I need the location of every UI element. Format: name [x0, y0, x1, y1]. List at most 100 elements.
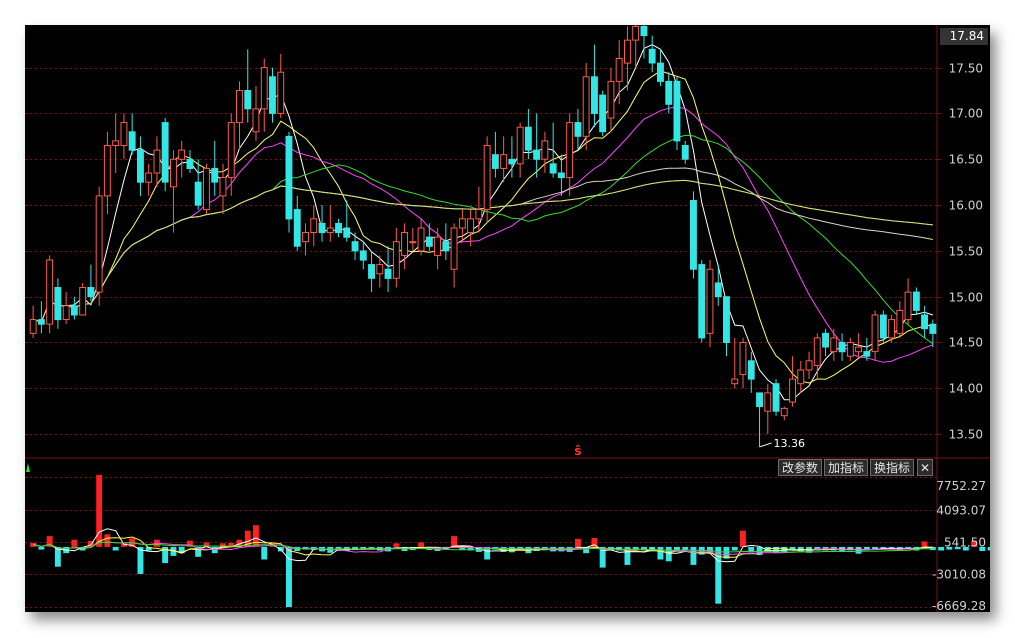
candle-body [508, 158, 516, 165]
candle [896, 301, 904, 338]
candle-body [392, 241, 400, 279]
candle-body [203, 167, 210, 211]
kline-chart[interactable]: 17.50 17.00 16.50 16.00 15.50 15.00 14.50 14.00… [25, 25, 990, 612]
ma10-line [32, 70, 933, 384]
volume-bar [38, 546, 45, 550]
volume-tick-label: 541.50 [944, 536, 986, 550]
candle [434, 227, 442, 270]
candle-body [120, 122, 128, 146]
candle [524, 108, 532, 160]
candle [194, 159, 202, 210]
candle [120, 113, 128, 160]
candle-body [739, 342, 747, 376]
candle [591, 44, 598, 128]
candle [541, 131, 549, 173]
candle-body [863, 351, 871, 357]
volume-tick-label: -6669.28 [932, 599, 986, 612]
candle-body [846, 342, 854, 357]
candle [409, 227, 417, 251]
candle-body [640, 25, 648, 37]
candle-body [723, 296, 730, 344]
candle-body [186, 158, 194, 170]
candle [128, 113, 136, 155]
candle-body [211, 167, 219, 183]
candle [632, 25, 640, 68]
add-indicator-button[interactable]: 加指标 [824, 459, 868, 476]
candle-body [70, 305, 78, 316]
close-indicator-button[interactable]: ✕ [917, 459, 933, 476]
candle [401, 223, 409, 270]
candle-body [244, 90, 252, 110]
candle-body [161, 122, 169, 183]
candle-body [54, 287, 62, 321]
candle [772, 379, 780, 416]
candle [392, 227, 400, 288]
candle [731, 337, 739, 389]
candle [260, 58, 268, 132]
candle-body [46, 259, 54, 325]
candle [112, 113, 120, 173]
candle [805, 351, 813, 380]
switch-indicator-button[interactable]: 换指标 [870, 459, 914, 476]
candle-body [624, 39, 631, 64]
grid-lines [25, 25, 990, 612]
candle-body [772, 383, 780, 412]
volume-bar [211, 546, 218, 554]
candle [838, 333, 846, 361]
volume-tick-label: -3010.08 [932, 568, 986, 582]
candle-body [351, 241, 359, 252]
candle-body [524, 126, 532, 151]
candle-body [87, 287, 95, 298]
candle-body [425, 236, 433, 247]
candle-body [698, 264, 706, 339]
candle-body [813, 337, 821, 366]
candle [690, 191, 697, 279]
candle-body [62, 305, 70, 320]
candle-body [516, 126, 524, 165]
ma250-line [32, 179, 933, 323]
price-tick-label: 16.50 [949, 153, 983, 167]
candle-body [458, 218, 466, 229]
candle-body [871, 314, 879, 353]
candle-body [756, 392, 763, 408]
volume-bar [731, 546, 738, 551]
candle-body [434, 236, 442, 256]
candle-body [591, 76, 598, 114]
candle [698, 260, 706, 343]
candle [574, 108, 582, 151]
candle [70, 296, 78, 320]
candle [599, 90, 607, 137]
candle [871, 310, 879, 361]
volume-bars [30, 474, 990, 607]
candle-body [714, 282, 722, 298]
candle-body [566, 122, 574, 179]
volume-bar [393, 543, 400, 547]
volume-bar [418, 542, 424, 547]
moving-average-lines [32, 44, 934, 401]
candle [681, 140, 689, 164]
candle [29, 305, 37, 338]
modify-params-button[interactable]: 改参数 [778, 459, 822, 476]
volume-bar [690, 546, 697, 565]
candle-body [830, 337, 838, 353]
candle-body [904, 291, 912, 321]
candle [62, 292, 70, 325]
candle-body [128, 131, 136, 151]
candle-body [318, 222, 326, 234]
candle [137, 136, 144, 196]
volume-bar [987, 546, 990, 551]
volume-bar [261, 546, 268, 560]
candle-body [252, 108, 260, 133]
candle [912, 287, 920, 315]
candle [54, 278, 62, 329]
candle-body [929, 323, 937, 334]
candle [178, 140, 186, 178]
candle [739, 337, 747, 389]
chart-window[interactable]: 17.50 17.00 16.50 16.00 15.50 15.00 14.50 14.00… [25, 25, 990, 612]
candle-body [153, 149, 161, 174]
volume-bar [781, 546, 788, 552]
ma60-line [32, 167, 933, 323]
candle-body [293, 209, 301, 247]
candle-body [409, 241, 417, 244]
candle-body [632, 25, 640, 41]
